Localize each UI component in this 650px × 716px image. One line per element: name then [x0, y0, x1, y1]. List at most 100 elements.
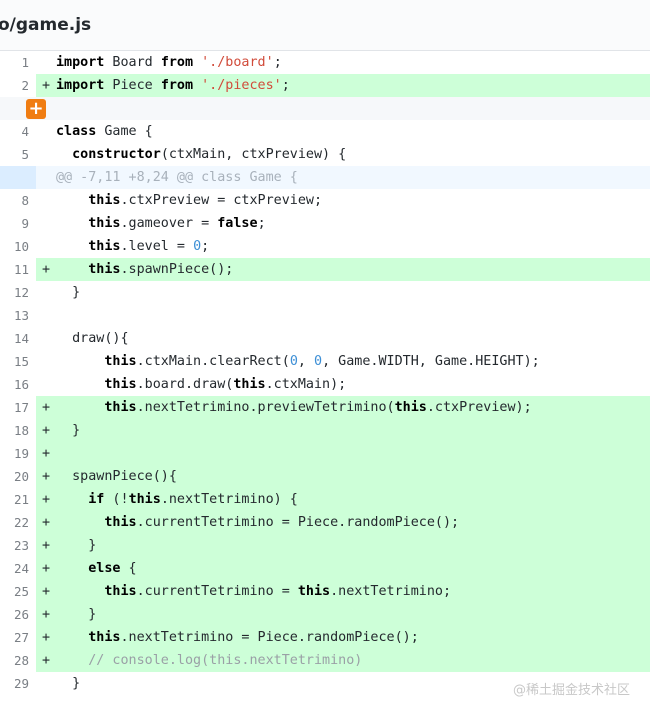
code-content: draw(){: [56, 327, 650, 350]
code-token: this: [104, 377, 137, 392]
code-token: class: [56, 124, 97, 139]
code-token: 0: [289, 354, 298, 369]
diff-marker: +: [36, 534, 56, 557]
code-content: }: [56, 534, 650, 557]
line-number[interactable]: 16: [0, 373, 36, 396]
hunk-header[interactable]: @@ -7,11 +8,24 @@ class Game {: [0, 166, 650, 189]
line-number[interactable]: 13: [0, 304, 36, 327]
code-token: .nextTetrimino = Piece.randomPiece();: [120, 630, 419, 645]
code-token: Piece: [104, 78, 161, 93]
line-number[interactable]: 28: [0, 649, 36, 672]
code-token: .level =: [120, 239, 194, 254]
diff-marker: +: [36, 511, 56, 534]
line-number[interactable]: 25: [0, 580, 36, 603]
diff-marker: +: [36, 442, 56, 465]
code-token: .ctxMain);: [265, 377, 347, 392]
code-token: this: [88, 193, 121, 208]
line-number[interactable]: 27: [0, 626, 36, 649]
diff-marker: [36, 235, 56, 258]
line-number[interactable]: 22: [0, 511, 36, 534]
code-token: import: [56, 78, 105, 93]
diff-marker: +: [36, 419, 56, 442]
diff-marker: +: [36, 580, 56, 603]
code-token: ,: [297, 354, 314, 369]
line-number[interactable]: 5: [0, 143, 36, 166]
diff-line: 13: [0, 304, 650, 327]
code-token: draw(){: [56, 331, 129, 346]
diff-line: 20 + spawnPiece(){: [0, 465, 650, 488]
code-content: import Board from './board';: [56, 51, 650, 74]
line-number[interactable]: 19: [0, 442, 36, 465]
line-number[interactable]: 8: [0, 189, 36, 212]
code-token: .nextTetrimino;: [330, 584, 452, 599]
diff-marker: [36, 120, 56, 143]
diff-marker: [36, 281, 56, 304]
code-token: this: [88, 216, 121, 231]
code-token: this: [104, 515, 137, 530]
code-content: import Piece from './pieces';: [56, 74, 650, 97]
watermark: @稀土掘金技术社区: [512, 683, 630, 698]
code-token: ;: [273, 55, 282, 70]
line-number[interactable]: 1: [0, 51, 36, 74]
plus-icon: +: [28, 98, 44, 119]
line-number[interactable]: 10: [0, 235, 36, 258]
line-number[interactable]: 14: [0, 327, 36, 350]
diff-line: 10 this.level = 0;: [0, 235, 650, 258]
line-number[interactable]: 29: [0, 672, 36, 695]
code-token: spawnPiece(){: [56, 469, 177, 484]
diff-marker: +: [36, 603, 56, 626]
diff-line: 23 + }: [0, 534, 650, 557]
code-token: (!: [104, 492, 129, 507]
code-token: }: [56, 676, 81, 691]
code-token: this: [88, 262, 121, 277]
diff-marker: [36, 166, 56, 189]
line-number[interactable]: 24: [0, 557, 36, 580]
code-token: false: [217, 216, 258, 231]
code-token: if: [88, 492, 105, 507]
code-token: .gameover =: [120, 216, 218, 231]
diff-marker: +: [36, 557, 56, 580]
code-content: [56, 97, 650, 120]
line-number[interactable]: 20: [0, 465, 36, 488]
diff-line: 16 this.board.draw(this.ctxMain);: [0, 373, 650, 396]
line-number[interactable]: 21: [0, 488, 36, 511]
line-number[interactable]: 17: [0, 396, 36, 419]
code-content: this.currentTetrimino = this.nextTetrimi…: [56, 580, 650, 603]
line-number[interactable]: 4: [0, 120, 36, 143]
code-token: .ctxMain.clearRect(: [136, 354, 290, 369]
line-number[interactable]: 11: [0, 258, 36, 281]
code-token: from: [160, 55, 194, 70]
code-content: this.spawnPiece();: [56, 258, 650, 281]
diff-line: [0, 97, 650, 120]
line-number[interactable]: 15: [0, 350, 36, 373]
line-number[interactable]: 26: [0, 603, 36, 626]
code-token: .spawnPiece();: [120, 262, 234, 277]
line-number[interactable]: 9: [0, 212, 36, 235]
code-content: this.ctxMain.clearRect(0, 0, Game.WIDTH,…: [56, 350, 650, 373]
diff-marker: +: [36, 465, 56, 488]
code-token: ;: [281, 78, 290, 93]
line-number[interactable]: 12: [0, 281, 36, 304]
diff-line: 24 + else {: [0, 557, 650, 580]
diff-marker: +: [36, 649, 56, 672]
diff-marker: +: [36, 74, 56, 97]
line-number[interactable]: [0, 166, 36, 189]
line-number[interactable]: 23: [0, 534, 36, 557]
code-token: // console.log(this.nextTetrimino): [88, 653, 363, 668]
line-number[interactable]: 2: [0, 74, 36, 97]
line-number[interactable]: 18: [0, 419, 36, 442]
code-token: }: [56, 423, 81, 438]
code-token: this: [104, 400, 137, 415]
file-path[interactable]: o/game.js: [0, 15, 91, 35]
diff-marker: +: [36, 488, 56, 511]
diff-marker: [36, 350, 56, 373]
diff-line: 25 + this.currentTetrimino = this.nextTet…: [0, 580, 650, 603]
code-token: this: [128, 492, 161, 507]
code-content: this.currentTetrimino = Piece.randomPiec…: [56, 511, 650, 534]
expand-lines-button[interactable]: +: [26, 99, 46, 119]
diff-line: 9 this.gameover = false;: [0, 212, 650, 235]
